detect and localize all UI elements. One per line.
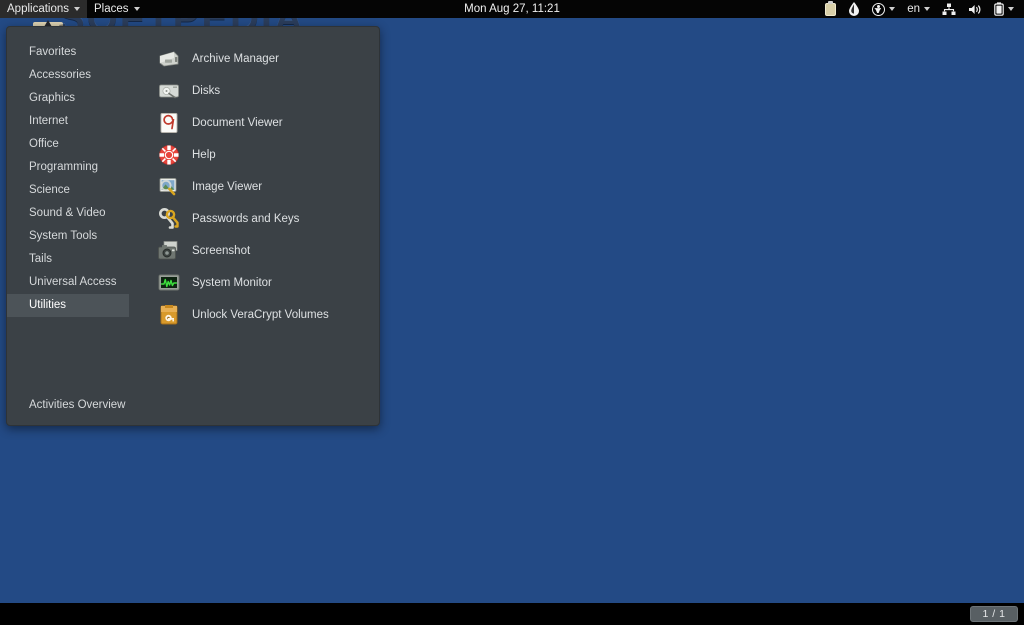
category-item-system-tools[interactable]: System Tools: [7, 225, 145, 248]
help-lifebuoy-icon: [157, 143, 181, 167]
app-label: Help: [192, 149, 216, 161]
keyboard-layout-label: en: [907, 3, 920, 15]
app-label: Document Viewer: [192, 117, 283, 129]
category-item-universal-access[interactable]: Universal Access: [7, 271, 145, 294]
battery-icon: [994, 2, 1004, 16]
chevron-down-icon: [889, 7, 895, 11]
app-item-document-viewer[interactable]: Document Viewer: [157, 107, 377, 139]
screenshot-camera-icon: [157, 239, 181, 263]
app-label: System Monitor: [192, 277, 272, 289]
category-label: Office: [29, 138, 59, 150]
category-item-graphics[interactable]: Graphics: [7, 87, 145, 110]
clipboard-icon: [825, 3, 836, 16]
applications-menu-popup: Favorites Accessories Graphics Internet …: [6, 26, 380, 426]
app-item-image-viewer[interactable]: Image Viewer: [157, 171, 377, 203]
app-item-passwords-and-keys[interactable]: Passwords and Keys: [157, 203, 377, 235]
clipboard-tray-button[interactable]: [819, 0, 842, 18]
activities-overview-label: Activities Overview: [29, 399, 126, 411]
app-item-screenshot[interactable]: Screenshot: [157, 235, 377, 267]
app-item-help[interactable]: Help: [157, 139, 377, 171]
category-label: Tails: [29, 253, 52, 265]
tor-status-button[interactable]: [842, 0, 866, 18]
document-viewer-icon: [157, 111, 181, 135]
application-list: Archive Manager Disks: [157, 43, 377, 331]
app-label: Unlock VeraCrypt Volumes: [192, 309, 329, 321]
network-icon: [942, 3, 956, 16]
places-menu-button[interactable]: Places: [87, 0, 147, 18]
app-item-archive-manager[interactable]: Archive Manager: [157, 43, 377, 75]
activities-overview-button[interactable]: Activities Overview: [7, 395, 126, 415]
workspace-switcher[interactable]: 1 / 1: [970, 606, 1018, 622]
category-label: System Tools: [29, 230, 97, 242]
category-label: Accessories: [29, 69, 91, 81]
battery-status-button[interactable]: [988, 0, 1020, 18]
image-viewer-icon: [157, 175, 181, 199]
app-label: Screenshot: [192, 245, 250, 257]
category-label: Science: [29, 184, 70, 196]
archive-manager-icon: [157, 47, 181, 71]
applications-menu-button[interactable]: Applications: [0, 0, 87, 18]
applications-menu-label: Applications: [7, 3, 69, 15]
network-status-button[interactable]: [936, 0, 962, 18]
chevron-down-icon: [1008, 7, 1014, 11]
chevron-down-icon: [74, 7, 80, 11]
app-label: Passwords and Keys: [192, 213, 299, 225]
app-label: Disks: [192, 85, 220, 97]
universal-access-button[interactable]: [866, 0, 901, 18]
category-label: Favorites: [29, 46, 76, 58]
category-label: Programming: [29, 161, 98, 173]
category-item-programming[interactable]: Programming: [7, 156, 145, 179]
passwords-and-keys-icon: [157, 207, 181, 231]
category-item-sound-and-video[interactable]: Sound & Video: [7, 202, 145, 225]
app-label: Image Viewer: [192, 181, 262, 193]
category-item-favorites[interactable]: Favorites: [7, 41, 145, 64]
category-label: Universal Access: [29, 276, 117, 288]
onion-icon: [848, 2, 860, 16]
category-label: Internet: [29, 115, 68, 127]
desktop-screen: Applications Places Mon Aug 27, 11:21: [0, 0, 1024, 625]
app-item-system-monitor[interactable]: System Monitor: [157, 267, 377, 299]
category-label: Utilities: [29, 299, 66, 311]
category-label: Graphics: [29, 92, 75, 104]
top-panel: Applications Places Mon Aug 27, 11:21: [0, 0, 1024, 18]
volume-icon: [968, 3, 982, 16]
keyboard-layout-button[interactable]: en: [901, 0, 936, 18]
accessibility-icon: [872, 3, 885, 16]
chevron-down-icon: [924, 7, 930, 11]
chevron-down-icon: [134, 7, 140, 11]
category-label: Sound & Video: [29, 207, 106, 219]
category-item-utilities[interactable]: Utilities: [7, 294, 129, 317]
category-item-office[interactable]: Office: [7, 133, 145, 156]
app-label: Archive Manager: [192, 53, 279, 65]
system-monitor-icon: [157, 271, 181, 295]
app-item-unlock-veracrypt-volumes[interactable]: Unlock VeraCrypt Volumes: [157, 299, 377, 331]
category-item-tails[interactable]: Tails: [7, 248, 145, 271]
bottom-panel: 1 / 1: [0, 603, 1024, 625]
category-item-accessories[interactable]: Accessories: [7, 64, 145, 87]
system-tray: en: [819, 0, 1020, 18]
category-item-internet[interactable]: Internet: [7, 110, 145, 133]
volume-status-button[interactable]: [962, 0, 988, 18]
category-item-science[interactable]: Science: [7, 179, 145, 202]
places-menu-label: Places: [94, 3, 129, 15]
category-list: Favorites Accessories Graphics Internet …: [7, 41, 145, 317]
app-item-disks[interactable]: Disks: [157, 75, 377, 107]
veracrypt-icon: [157, 303, 181, 327]
disks-icon: [157, 79, 181, 103]
